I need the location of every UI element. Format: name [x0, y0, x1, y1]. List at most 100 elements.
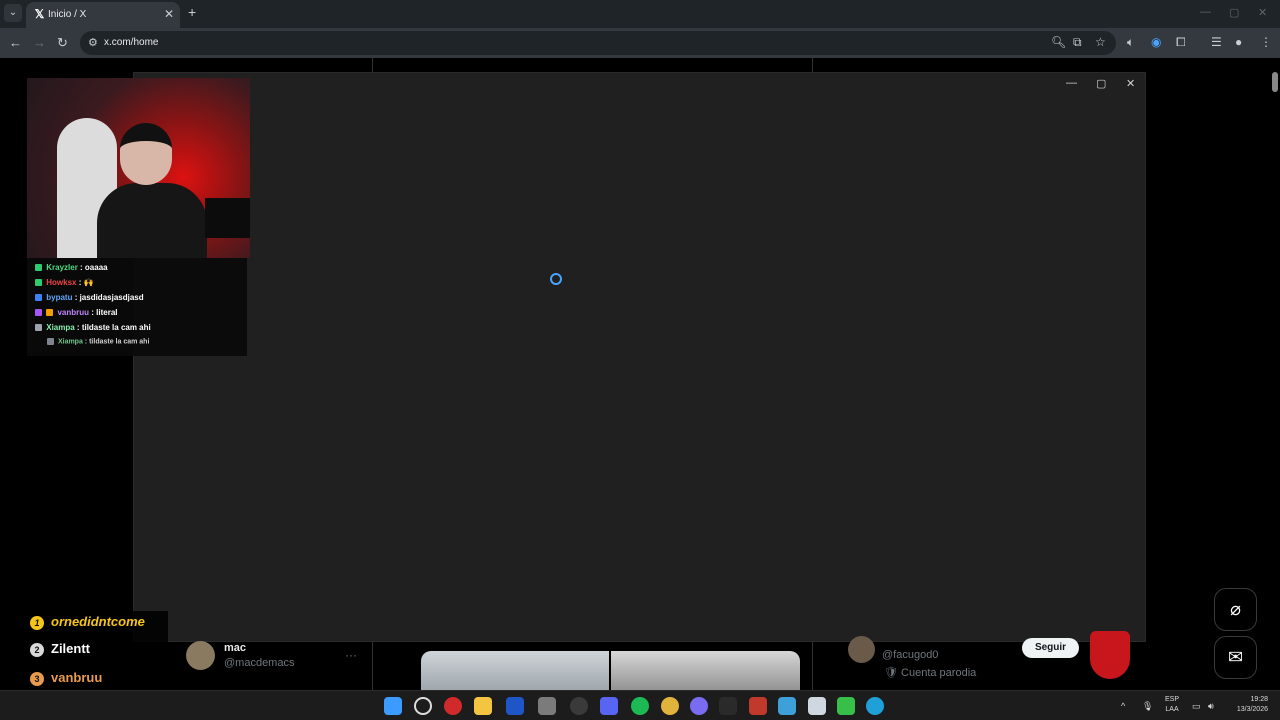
messages-icon[interactable]: ✉ [1214, 636, 1257, 679]
x-logo-icon: 𝕏 [34, 7, 45, 21]
post-author-avatar[interactable] [186, 641, 215, 670]
tab-search-icon[interactable]: ⌄ [4, 4, 22, 22]
leaderboard-row: 2 Zilentt [30, 641, 90, 657]
tray-overflow-icon[interactable]: ^ [1121, 701, 1125, 711]
app-icon[interactable] [690, 697, 708, 715]
msi-dragon-logo [1090, 631, 1130, 679]
microphone [205, 198, 250, 238]
follow-button[interactable]: Seguir [1022, 638, 1079, 658]
extensions-icon[interactable]: ⧠ [1176, 35, 1186, 50]
chat-badge-icon [35, 294, 42, 302]
app-icon[interactable] [808, 697, 826, 715]
rank-badge: 2 [30, 643, 44, 657]
system-clock[interactable]: 19:28 13/3/2026 [1228, 695, 1268, 715]
clock-date: 13/3/2026 [1236, 706, 1268, 713]
chat-message: Howksx : 🙌 [35, 278, 94, 287]
start-menu-icon[interactable] [384, 697, 402, 715]
tab-close-icon[interactable]: ✕ [164, 7, 174, 21]
top-supporters-overlay: 1 ornedidntcome 2 Zilentt 3 vanbruu [25, 611, 168, 689]
windows-taskbar: ^ 🎙︎ ESP LAA ▭ 🔊︎ 19:28 13/3/2026 [0, 690, 1280, 720]
kick-icon[interactable] [837, 697, 855, 715]
scrollbar-thumb[interactable] [1272, 72, 1278, 92]
leaderboard-name: vanbruu [51, 670, 103, 685]
chat-username: Xiampa [57, 338, 83, 346]
grok-icon[interactable]: ⌀ [1214, 588, 1257, 631]
streamer-body [97, 183, 207, 258]
post-author-name[interactable]: mac [224, 642, 246, 654]
search-icon[interactable] [414, 697, 432, 715]
modal-minimize-icon[interactable]: — [1066, 77, 1077, 89]
streamer-head [120, 123, 172, 185]
rank-badge: 1 [30, 616, 44, 630]
close-window-icon[interactable]: ✕ [1258, 6, 1267, 19]
chat-badge-icon [46, 309, 54, 317]
post-author-handle[interactable]: @macdemacs [224, 657, 294, 669]
chat-message: vanbruu : literal [35, 308, 117, 317]
v-app-icon[interactable] [506, 697, 524, 715]
app-icon[interactable] [444, 697, 462, 715]
minimize-window-icon[interactable]: — [1200, 6, 1211, 18]
app-icon[interactable] [749, 697, 767, 715]
audio-icon[interactable]: 🔈︎ [1127, 35, 1134, 50]
suggestion-avatar[interactable] [848, 636, 875, 663]
tab-home[interactable]: 𝕏 Inicio / X ✕ [26, 2, 180, 28]
modal-maximize-icon[interactable]: ▢ [1096, 77, 1106, 90]
rank-badge: 3 [30, 672, 44, 686]
language-indicator[interactable]: ESP LAA [1165, 695, 1179, 715]
chat-username: Krayzler [46, 263, 78, 272]
site-info-icon[interactable]: ⚙ [88, 36, 98, 49]
chrome-icon[interactable] [661, 697, 679, 715]
browser-toolbar: ← → ↻ ⚙ x.com/home 🔍︎ ⧉ ☆ 🔈︎ ◉ ⧠ ☰ ● ⋮ [0, 28, 1280, 58]
chat-badge-icon [35, 309, 42, 317]
profile-avatar-icon[interactable]: ● [1235, 35, 1242, 49]
volume-icon[interactable]: 🔊︎ [1208, 701, 1214, 712]
leaderboard-name: ornedidntcome [51, 614, 145, 629]
parody-text: Cuenta parodia [901, 667, 977, 679]
bookmark-star-icon[interactable]: ☆ [1095, 35, 1106, 49]
new-tab-icon[interactable]: + [188, 4, 196, 20]
app-icon[interactable] [778, 697, 796, 715]
keyboard-layout: LAA [1165, 706, 1179, 713]
address-bar[interactable]: ⚙ x.com/home [80, 31, 1116, 55]
zoom-icon[interactable]: 🔍︎ [1051, 35, 1066, 49]
back-icon[interactable]: ← [9, 35, 22, 50]
post-media-image[interactable] [421, 651, 609, 694]
file-explorer-icon[interactable] [474, 697, 492, 715]
tab-title: Inicio / X [48, 9, 87, 20]
spotify-icon[interactable] [631, 697, 649, 715]
chat-username: Xiampa [46, 323, 75, 332]
app-icon[interactable] [719, 697, 737, 715]
discord-icon[interactable] [600, 697, 618, 715]
modal-close-icon[interactable]: ✕ [1126, 77, 1135, 90]
parody-icon: 🛡︎ [884, 667, 902, 679]
suggestion-handle[interactable]: @facugod0 [882, 649, 938, 661]
install-app-icon[interactable]: ⧉ [1073, 35, 1082, 50]
edge-icon[interactable] [866, 697, 884, 715]
chat-text: tildaste la cam ahi [81, 323, 151, 332]
app-icon[interactable] [538, 697, 556, 715]
chat-username: bypatu [46, 293, 73, 302]
app-icon[interactable] [570, 697, 588, 715]
webcam-overlay [27, 78, 250, 258]
parody-label: 🛡︎ Cuenta parodia [884, 666, 976, 679]
chat-message: Krayzler : oaaaa [35, 263, 108, 272]
chat-text: literal [96, 308, 118, 317]
forward-icon[interactable]: → [33, 35, 46, 50]
reload-icon[interactable]: ↻ [57, 35, 68, 51]
network-icon[interactable]: ▭ [1192, 701, 1201, 712]
clock-time: 19:28 [1250, 696, 1268, 703]
maximize-window-icon[interactable]: ▢ [1229, 6, 1239, 19]
reading-list-icon[interactable]: ☰ [1211, 35, 1222, 49]
browser-menu-icon[interactable]: ⋮ [1260, 35, 1272, 49]
post-more-icon[interactable]: ··· [345, 648, 357, 662]
microphone-icon[interactable]: 🎙︎ [1142, 701, 1153, 712]
browser-tab-bar: ⌄ 𝕏 Inicio / X ✕ + — ▢ ✕ [0, 0, 1280, 28]
loading-spinner-icon [550, 273, 562, 285]
chat-badge-icon [35, 264, 42, 272]
leaderboard-row: 3 vanbruu [30, 670, 102, 686]
chat-text: 🙌 [83, 278, 94, 287]
stream-chat-overlay: Krayzler : oaaaa Howksx : 🙌 bypatu : jas… [27, 258, 247, 356]
extension-audio-icon[interactable]: ◉ [1151, 35, 1161, 49]
chat-message: bypatu : jasdidasjasdjasd [35, 293, 144, 302]
post-media-image[interactable] [611, 651, 800, 694]
